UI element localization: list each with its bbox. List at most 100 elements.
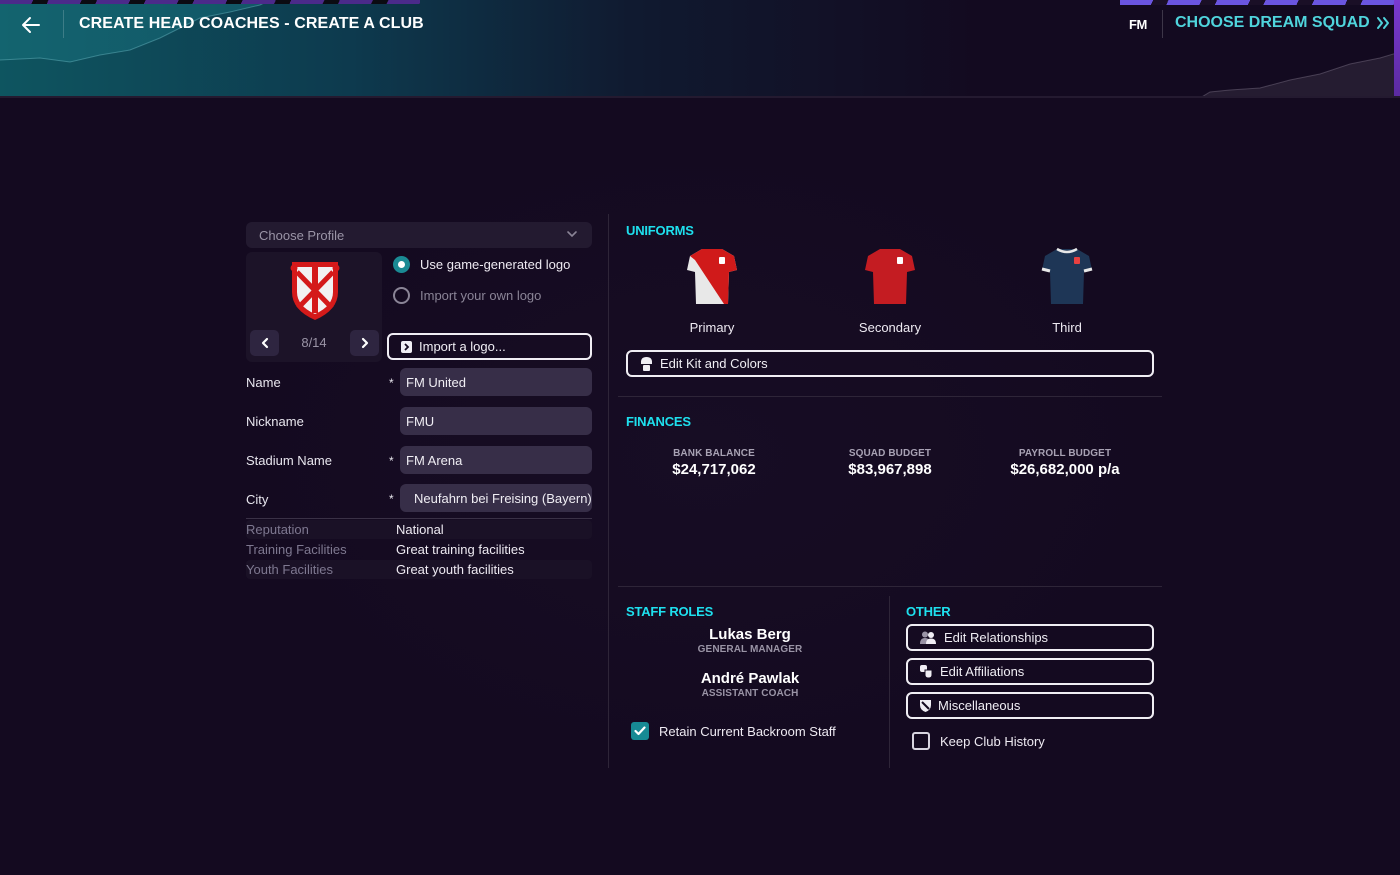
payroll-budget: PAYROLL BUDGET $26,682,000 p/a (965, 448, 1165, 478)
info-label: Reputation (246, 522, 309, 537)
nickname-input[interactable]: FMU (400, 407, 592, 435)
next-logo-button[interactable] (350, 330, 379, 356)
info-row-youth: Youth Facilities Great youth facilities (246, 560, 592, 579)
club-crest-icon (290, 262, 340, 320)
radio-label: Use game-generated logo (420, 257, 571, 272)
chevron-down-icon (567, 231, 577, 238)
stadium-name-input[interactable]: FM Arena (400, 446, 592, 474)
name-input[interactable]: FM United (400, 368, 592, 396)
staff-name: André Pawlak (700, 670, 800, 687)
city-input[interactable]: Neufahrn bei Freising (Bayern) (400, 484, 592, 512)
shirt-icon (1041, 247, 1093, 304)
checkmark-icon (634, 726, 646, 736)
shirt-icon (865, 249, 915, 304)
checkbox-label: Keep Club History (940, 733, 1045, 749)
double-chevron-right-icon (1376, 17, 1389, 29)
finance-value: $83,967,898 (848, 461, 932, 478)
nickname-label: Nickname (246, 414, 304, 429)
shield-icon (920, 700, 931, 712)
retain-backroom-staff-checkbox[interactable]: Retain Current Backroom Staff (631, 722, 836, 740)
staff-role: ASSISTANT COACH (701, 688, 799, 699)
people-icon (920, 631, 936, 644)
finance-label: SQUAD BUDGET (848, 448, 932, 459)
kit-label: Secondary (858, 320, 922, 335)
info-value: Great youth facilities (396, 562, 514, 577)
import-icon (401, 340, 412, 353)
fm-logo: FM (1129, 17, 1147, 32)
affiliations-icon (920, 665, 933, 678)
edit-affiliations-button[interactable]: Edit Affiliations (906, 658, 1154, 685)
chevron-right-icon (361, 337, 368, 349)
staff-member: Lukas Berg GENERAL MANAGER (650, 626, 850, 655)
arrow-left-icon (22, 17, 40, 33)
edit-kit-label: Edit Kit and Colors (660, 356, 768, 371)
column-divider (608, 214, 609, 768)
stadium-name-label: Stadium Name (246, 453, 332, 468)
radio-import-own-logo[interactable]: Import your own logo (393, 287, 541, 304)
staff-role: GENERAL MANAGER (697, 644, 803, 655)
chevron-left-icon (261, 337, 268, 349)
finance-label: PAYROLL BUDGET (1018, 448, 1112, 459)
bank-balance: BANK BALANCE $24,717,062 (614, 448, 814, 478)
keep-club-history-checkbox[interactable]: Keep Club History (912, 732, 1045, 750)
logo-preview: 8/14 (246, 252, 382, 362)
shirt-icon (687, 249, 737, 304)
radio-game-generated-logo[interactable]: Use game-generated logo (393, 256, 570, 273)
squad-budget: SQUAD BUDGET $83,967,898 (790, 448, 990, 478)
radio-unselected-icon[interactable] (393, 287, 410, 304)
staff-name: Lukas Berg (709, 626, 791, 643)
checkbox-unchecked-icon[interactable] (912, 732, 930, 750)
info-value: Great training facilities (396, 542, 525, 557)
kit-secondary[interactable]: Secondary (830, 246, 950, 335)
info-value: National (396, 522, 444, 537)
header-divider (1162, 10, 1163, 38)
kit-third[interactable]: Third (1007, 246, 1127, 335)
section-divider (618, 396, 1162, 397)
info-label: Training Facilities (246, 542, 347, 557)
header-edge (1394, 0, 1400, 96)
button-label: Miscellaneous (938, 698, 1021, 713)
staff-roles-heading: STAFF ROLES (626, 604, 714, 619)
button-label: Edit Affiliations (940, 664, 1025, 679)
back-button[interactable] (18, 12, 44, 38)
column-divider (889, 596, 890, 768)
kit-label: Primary (689, 320, 735, 335)
name-label: Name (246, 375, 281, 390)
radio-label: Import your own logo (420, 288, 542, 303)
checkbox-label: Retain Current Backroom Staff (659, 723, 836, 739)
choose-dream-squad-button[interactable]: CHOOSE DREAM SQUAD (1175, 14, 1390, 32)
radio-selected-icon[interactable] (393, 256, 410, 273)
divider (246, 518, 592, 519)
checkbox-checked-icon[interactable] (631, 722, 649, 740)
header-divider (63, 10, 64, 38)
kit-primary[interactable]: Primary (652, 246, 772, 335)
finances-heading: FINANCES (626, 414, 691, 429)
staff-member: André Pawlak ASSISTANT COACH (650, 670, 850, 699)
other-heading: OTHER (906, 604, 951, 619)
header-bar: CREATE HEAD COACHES - CREATE A CLUB FM C… (0, 0, 1400, 98)
required-marker: * (389, 376, 394, 390)
finance-label: BANK BALANCE (673, 448, 755, 459)
header-stripes (1120, 0, 1400, 5)
info-row-reputation: Reputation National (246, 520, 592, 539)
required-marker: * (389, 492, 394, 506)
kit-label: Third (1052, 320, 1082, 335)
import-logo-label: Import a logo... (419, 339, 506, 354)
required-marker: * (389, 454, 394, 468)
edit-kit-and-colors-button[interactable]: Edit Kit and Colors (626, 350, 1154, 377)
button-label: Edit Relationships (944, 630, 1049, 645)
city-label: City (246, 492, 269, 507)
info-row-training: Training Facilities Great training facil… (246, 540, 592, 559)
import-logo-button[interactable]: Import a logo... (387, 333, 592, 360)
previous-logo-button[interactable] (250, 330, 279, 356)
kit-icon (641, 356, 652, 371)
logo-counter: 8/14 (301, 335, 327, 350)
edit-relationships-button[interactable]: Edit Relationships (906, 624, 1154, 651)
finance-value: $26,682,000 p/a (1010, 461, 1120, 478)
uniforms-heading: UNIFORMS (626, 223, 694, 238)
miscellaneous-button[interactable]: Miscellaneous (906, 692, 1154, 719)
header-stripes (0, 0, 420, 4)
choose-profile-dropdown[interactable]: Choose Profile (246, 222, 592, 248)
page-title: CREATE HEAD COACHES - CREATE A CLUB (79, 15, 424, 32)
next-label: CHOOSE DREAM SQUAD (1175, 14, 1370, 31)
